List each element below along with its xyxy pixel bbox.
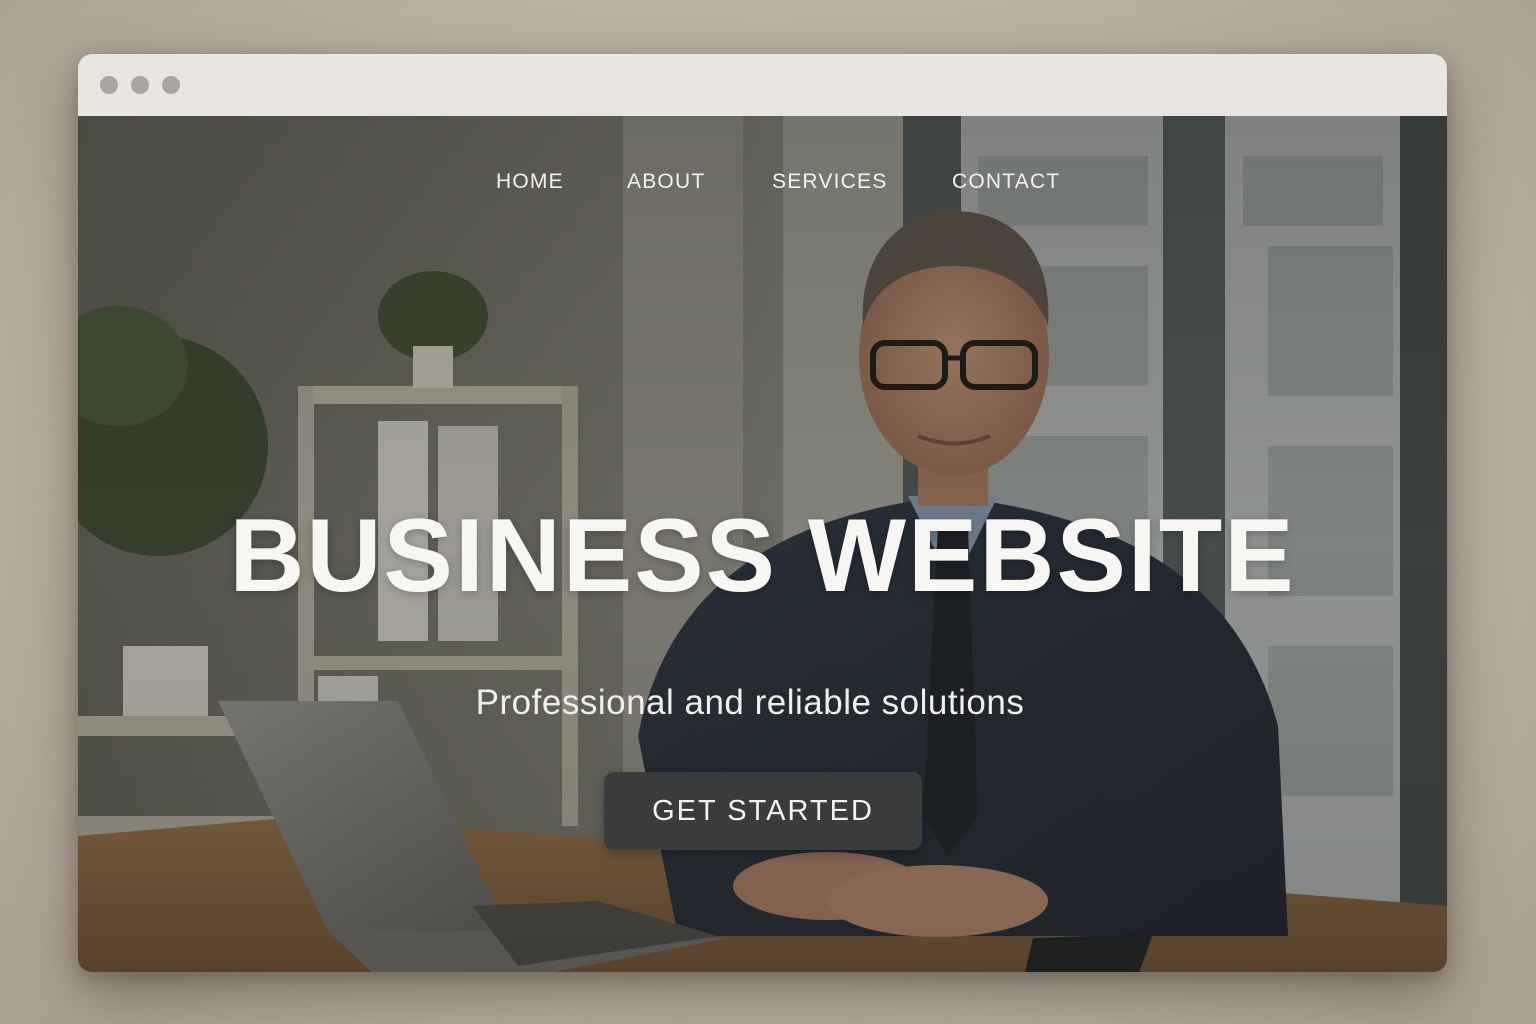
browser-titlebar [78, 54, 1447, 116]
nav-item-services[interactable]: SERVICES [772, 170, 887, 194]
hero-section: HOME ABOUT SERVICES CONTACT BUSINESS WEB… [78, 116, 1447, 972]
browser-window: HOME ABOUT SERVICES CONTACT BUSINESS WEB… [78, 54, 1447, 972]
window-dot-icon[interactable] [162, 76, 180, 94]
main-nav: HOME ABOUT SERVICES CONTACT [78, 170, 1447, 200]
nav-item-home[interactable]: HOME [496, 170, 564, 194]
nav-item-contact[interactable]: CONTACT [952, 170, 1060, 194]
window-dot-icon[interactable] [100, 76, 118, 94]
get-started-button[interactable]: GET STARTED [604, 772, 922, 850]
nav-item-about[interactable]: ABOUT [627, 170, 705, 194]
hero-subtitle: Professional and reliable solutions [475, 683, 1025, 722]
hero-title: BUSINESS WEBSITE [229, 497, 1296, 614]
window-dot-icon[interactable] [131, 76, 149, 94]
